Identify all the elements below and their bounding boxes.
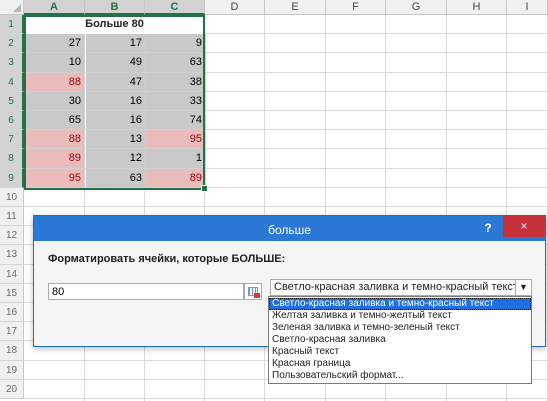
cell-c8[interactable]: 1 xyxy=(146,149,206,169)
column-header-e[interactable]: E xyxy=(265,0,326,15)
row-header-20[interactable]: 20 xyxy=(0,379,24,399)
column-header-c[interactable]: C xyxy=(145,0,205,15)
column-header-f[interactable]: F xyxy=(326,0,386,15)
row-header-9[interactable]: 9 xyxy=(0,168,24,188)
row-header-2[interactable]: 2 xyxy=(0,34,24,54)
cell-c9[interactable]: 89 xyxy=(146,168,206,188)
cell-a2[interactable]: 27 xyxy=(25,34,85,54)
row-header-17[interactable]: 17 xyxy=(0,322,24,342)
row-header-14[interactable]: 14 xyxy=(0,264,24,284)
cell-c3[interactable]: 63 xyxy=(146,53,206,73)
cell-a3[interactable]: 10 xyxy=(25,53,85,73)
cell-c6[interactable]: 74 xyxy=(146,111,206,131)
row-header-3[interactable]: 3 xyxy=(0,53,24,73)
row-header-11[interactable]: 11 xyxy=(0,207,24,227)
column-header-b[interactable]: B xyxy=(85,0,145,15)
column-header-g[interactable]: G xyxy=(386,0,447,15)
format-option[interactable]: Пользовательский формат... xyxy=(269,370,531,382)
cell-b8[interactable]: 12 xyxy=(86,149,146,169)
cell-a5[interactable]: 30 xyxy=(25,91,85,111)
row-header-15[interactable]: 15 xyxy=(0,283,24,303)
row-header-19[interactable]: 19 xyxy=(0,360,24,380)
cell-c7[interactable]: 95 xyxy=(146,130,206,150)
fill-handle[interactable] xyxy=(201,184,208,192)
cell-a9[interactable]: 95 xyxy=(25,168,85,188)
cell-a1-title[interactable]: Больше 80 xyxy=(25,15,204,35)
format-select-value: Светло-красная заливка и темно-красный т… xyxy=(274,281,518,293)
format-option[interactable]: Светло-красная заливка xyxy=(269,334,531,346)
cell-b2[interactable]: 17 xyxy=(86,34,146,54)
format-select[interactable]: Светло-красная заливка и темно-красный т… xyxy=(270,279,532,296)
cell-a8[interactable]: 89 xyxy=(25,149,85,169)
cell-a7[interactable]: 88 xyxy=(25,130,85,150)
cell-b5[interactable]: 16 xyxy=(86,91,146,111)
dialog-label: Форматировать ячейки, которые БОЛЬШЕ: xyxy=(48,253,286,265)
grid-row-line xyxy=(24,206,548,207)
cell-c2[interactable]: 9 xyxy=(146,34,206,54)
row-header-13[interactable]: 13 xyxy=(0,245,24,265)
cell-a4[interactable]: 88 xyxy=(25,72,85,92)
cell-c4[interactable]: 38 xyxy=(146,72,206,92)
cell-b9[interactable]: 63 xyxy=(86,168,146,188)
cell-b6[interactable]: 16 xyxy=(86,111,146,131)
cell-b4[interactable]: 47 xyxy=(86,72,146,92)
column-header-a[interactable]: A xyxy=(24,0,85,15)
row-header-1[interactable]: 1 xyxy=(0,15,24,35)
format-option[interactable]: Красный текст xyxy=(269,346,531,358)
format-options-list: Светло-красная заливка и темно-красный т… xyxy=(268,296,532,384)
format-option[interactable]: Желтая заливка и темно-желтый текст xyxy=(269,310,531,322)
close-icon[interactable]: × xyxy=(503,216,545,237)
row-header-5[interactable]: 5 xyxy=(0,91,24,111)
format-option[interactable]: Красная граница xyxy=(269,358,531,370)
grid-row-line xyxy=(24,398,548,399)
cell-a6[interactable]: 65 xyxy=(25,111,85,131)
row-header-7[interactable]: 7 xyxy=(0,130,24,150)
row-header-16[interactable]: 16 xyxy=(0,303,24,323)
cell-c5[interactable]: 33 xyxy=(146,91,206,111)
select-all-icon xyxy=(13,4,21,12)
dialog-titlebar[interactable]: больше ? × xyxy=(34,216,545,241)
select-all-corner[interactable] xyxy=(0,0,24,15)
format-option[interactable]: Светло-красная заливка и темно-красный т… xyxy=(269,298,531,310)
row-header-10[interactable]: 10 xyxy=(0,187,24,207)
help-icon[interactable]: ? xyxy=(478,217,498,239)
range-select-arrow-icon xyxy=(254,293,260,298)
row-header-18[interactable]: 18 xyxy=(0,341,24,361)
column-header-i[interactable]: I xyxy=(507,0,548,15)
chevron-down-icon[interactable]: ▼ xyxy=(515,280,531,295)
threshold-input[interactable] xyxy=(48,283,244,300)
row-header-4[interactable]: 4 xyxy=(0,72,24,92)
column-header-d[interactable]: D xyxy=(205,0,265,15)
cell-b3[interactable]: 49 xyxy=(86,53,146,73)
row-header-6[interactable]: 6 xyxy=(0,111,24,131)
format-option[interactable]: Зеленая заливка и темно-зеленый текст xyxy=(269,322,531,334)
cell-b7[interactable]: 13 xyxy=(86,130,146,150)
row-header-12[interactable]: 12 xyxy=(0,226,24,246)
dialog-title: больше xyxy=(268,223,311,237)
row-header-8[interactable]: 8 xyxy=(0,149,24,169)
range-select-button[interactable] xyxy=(244,283,262,300)
column-header-h[interactable]: H xyxy=(447,0,507,15)
